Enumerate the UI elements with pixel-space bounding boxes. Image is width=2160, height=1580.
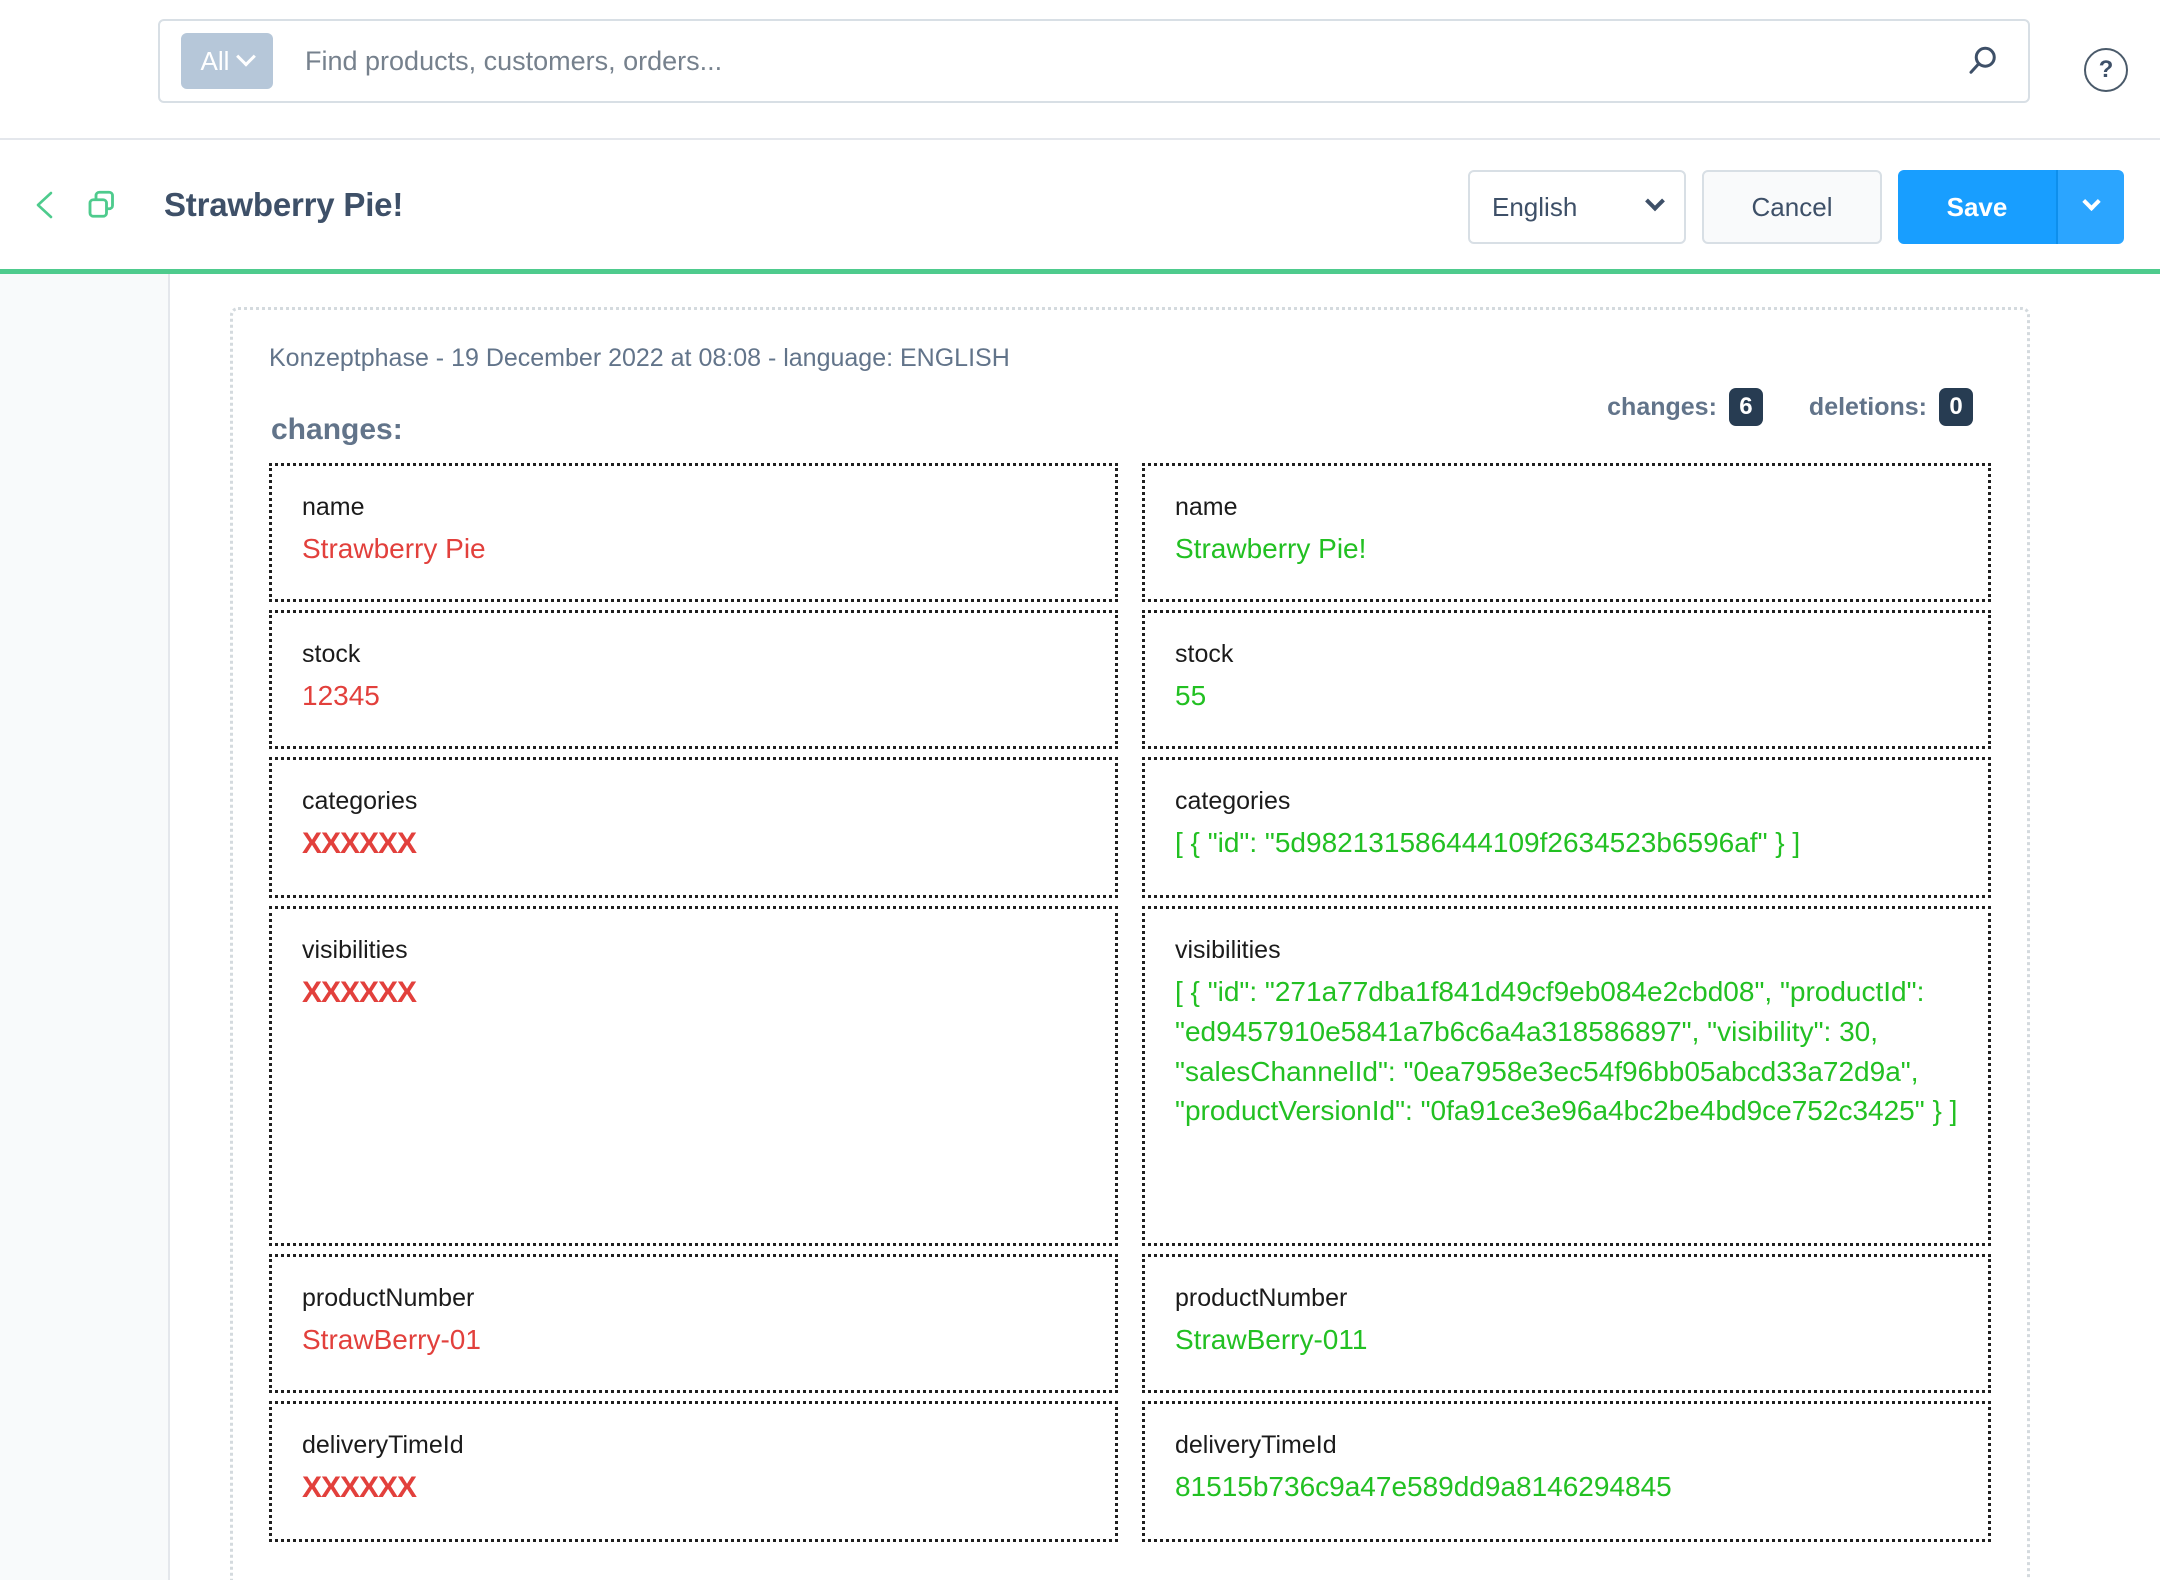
page-title: Strawberry Pie! [164,185,404,223]
search-input[interactable] [305,45,1938,77]
search-scope-label: All [200,45,230,76]
diff-cell-new: visibilities [ { "id": "271a77dba1f841d4… [1142,906,1991,1247]
field-key: deliveryTimeId [302,1430,464,1459]
chevron-down-icon [1645,191,1665,212]
field-key: stock [1175,639,1234,668]
diff-cell-new: categories [ { "id": "5d982131586444109f… [1142,756,1991,899]
page-header: Strawberry Pie! English Cancel Save [0,140,2160,274]
field-key: categories [302,786,418,815]
diff-row: productNumber StrawBerry-01 productNumbe… [269,1254,1991,1393]
field-value-new: 81515b736c9a47e589dd9a8146294845 [1175,1470,1672,1502]
field-key: productNumber [302,1284,475,1313]
page-body: Konzeptphase - 19 December 2022 at 08:08… [0,274,2160,1580]
field-value-old: Strawberry Pie [302,533,486,564]
field-value-old: XXXXXX [302,826,417,860]
field-key: visibilities [1175,936,1281,965]
field-key: name [302,493,365,521]
chevron-down-icon [2081,192,2101,211]
field-value-old: 12345 [302,679,380,711]
back-button[interactable] [28,188,62,222]
content-area: Konzeptphase - 19 December 2022 at 08:08… [170,274,2160,1580]
global-search-bar: All ? [0,0,2160,140]
field-key: name [1175,493,1238,521]
diff-counters: changes: 6 deletions: 0 [1607,388,1973,426]
diff-row: name Strawberry Pie name Strawberry Pie! [269,463,1991,602]
diff-cell-new: stock 55 [1142,609,1991,749]
deletions-counter: deletions: 0 [1809,388,1973,426]
field-key: categories [1175,786,1291,815]
search-container: All [158,19,2030,103]
changes-label: changes: [1607,392,1717,421]
field-value-old: XXXXXX [302,976,417,1010]
field-value-new: [ { "id": "5d982131586444109f2634523b659… [1175,826,1801,858]
field-key: productNumber [1175,1284,1348,1313]
diff-cell-old: deliveryTimeId XXXXXX [269,1400,1118,1543]
diff-row: deliveryTimeId XXXXXX deliveryTimeId 815… [269,1400,1991,1543]
field-key: visibilities [302,936,408,965]
save-button[interactable]: Save [1898,170,2056,244]
cancel-button[interactable]: Cancel [1702,170,1882,244]
changes-counter: changes: 6 [1607,388,1763,426]
diff-cell-old: productNumber StrawBerry-01 [269,1254,1118,1393]
diff-cell-new: name Strawberry Pie! [1142,463,1991,602]
field-key: deliveryTimeId [1175,1430,1337,1459]
chevron-left-icon [36,191,53,218]
language-select[interactable]: English [1468,170,1686,244]
help-button[interactable]: ? [2084,48,2128,92]
field-value-new: Strawberry Pie! [1175,533,1367,564]
diff-row: visibilities XXXXXX visibilities [ { "id… [269,906,1991,1247]
diff-cell-old: stock 12345 [269,609,1118,749]
diff-cell-old: name Strawberry Pie [269,463,1118,602]
version-meta: Konzeptphase - 19 December 2022 at 08:08… [269,344,1010,372]
field-value-old: XXXXXX [302,1470,417,1504]
diff-cell-new: deliveryTimeId 81515b736c9a47e589dd9a814… [1142,1400,1991,1543]
field-value-old: StrawBerry-01 [302,1324,481,1356]
deletions-label: deletions: [1808,392,1927,421]
duplicate-icon [88,190,114,218]
deletions-badge: 0 [1939,388,1973,426]
changes-badge: 6 [1728,388,1763,426]
sidebar [0,274,170,1580]
diff-cell-old: categories XXXXXX [269,756,1118,899]
chevron-down-icon [236,46,257,67]
search-scope-dropdown[interactable]: All [181,33,273,89]
diff-row: stock 12345 stock 55 [269,609,1991,749]
field-value-new: StrawBerry-011 [1175,1324,1368,1356]
language-select-value: English [1492,191,1578,222]
save-dropdown-button[interactable] [2056,170,2124,244]
duplicate-button[interactable] [84,187,120,223]
diff-cell-old: visibilities XXXXXX [269,906,1118,1247]
save-button-group: Save [1898,170,2124,244]
field-value-new: [ { "id": "271a77dba1f841d49cf9eb084e2cb… [1175,976,1958,1127]
search-button[interactable] [1938,19,2028,103]
version-diff-card: Konzeptphase - 19 December 2022 at 08:08… [230,307,2030,1580]
diff-row: categories XXXXXX categories [ { "id": "… [269,756,1991,899]
diff-cell-new: productNumber StrawBerry-011 [1142,1254,1991,1393]
search-icon [1969,46,1996,74]
field-value-new: 55 [1175,679,1207,711]
question-mark-icon: ? [2098,56,2114,83]
header-actions: English Cancel Save [1468,170,2124,244]
field-key: stock [302,639,361,668]
